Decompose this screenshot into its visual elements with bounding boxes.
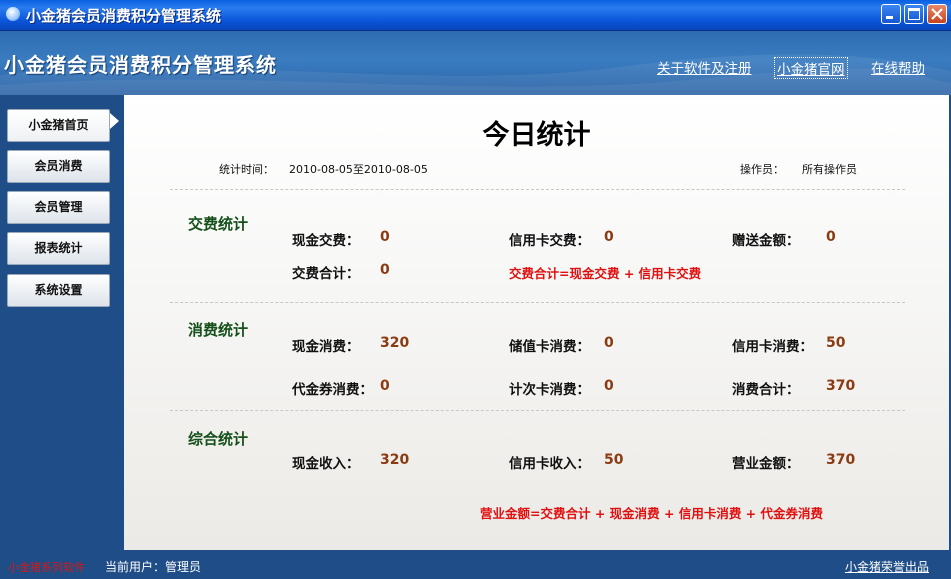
close-button[interactable]: [927, 4, 947, 24]
sidebar-item-member-manage[interactable]: 会员管理: [7, 191, 110, 224]
app-header: 小金猪会员消费积分管理系统 关于软件及注册 小金猪官网 在线帮助: [0, 31, 951, 95]
main-panel: 今日统计 统计时间： 2010-08-05至2010-08-05 操作员： 所有…: [124, 95, 949, 550]
summary-revenue-value: 370: [826, 452, 856, 468]
consume-stored-value: 0: [604, 335, 614, 351]
fee-cash-label: 现金交费：: [292, 233, 360, 249]
stat-time-value: 2010-08-05至2010-08-05: [289, 163, 428, 176]
minimize-button[interactable]: [881, 4, 901, 24]
fee-card-value: 0: [604, 229, 614, 245]
maximize-button[interactable]: [904, 4, 924, 24]
close-icon: [931, 8, 943, 20]
fee-total-value: 0: [380, 262, 390, 278]
operator-label: 操作员：: [740, 163, 784, 176]
status-current-user: 当前用户：管理员: [105, 560, 202, 574]
status-maker-link[interactable]: 小金猪荣誉出品: [845, 558, 929, 575]
sidebar-item-home[interactable]: 小金猪首页: [7, 109, 110, 142]
fee-gift-value: 0: [826, 229, 836, 245]
window-title: 小金猪会员消费积分管理系统: [26, 7, 222, 25]
section-title-consume: 消费统计: [188, 321, 249, 339]
fee-cash-value: 0: [380, 229, 390, 245]
consume-total-value: 370: [826, 378, 856, 394]
divider: [170, 302, 905, 303]
fee-gift-label: 赠送金额：: [732, 233, 800, 249]
consume-cash-value: 320: [380, 335, 410, 351]
consume-credit-value: 50: [826, 335, 846, 351]
consume-voucher-label: 代金券消费：: [292, 382, 373, 398]
about-link[interactable]: 关于软件及注册: [657, 57, 752, 77]
fee-formula: 交费合计=现金交费 + 信用卡交费: [509, 266, 702, 281]
app-name-heading: 小金猪会员消费积分管理系统: [4, 53, 277, 77]
official-website-link[interactable]: 小金猪官网: [774, 57, 848, 79]
stat-time-label: 统计时间：: [219, 163, 274, 176]
window-title-bar[interactable]: 小金猪会员消费积分管理系统: [0, 0, 951, 31]
consume-total-label: 消费合计：: [732, 382, 800, 398]
operator-value: 所有操作员: [802, 163, 857, 176]
app-icon: [6, 7, 20, 21]
summary-cash-label: 现金收入：: [292, 456, 360, 472]
sidebar-item-member-consume[interactable]: 会员消费: [7, 150, 110, 183]
consume-count-value: 0: [604, 378, 614, 394]
section-title-fee: 交费统计: [188, 215, 249, 233]
consume-stored-label: 储值卡消费：: [509, 339, 590, 355]
consume-voucher-value: 0: [380, 378, 390, 394]
consume-credit-label: 信用卡消费：: [732, 339, 813, 355]
summary-formula: 营业金额=交费合计 + 现金消费 + 信用卡消费 + 代金券消费: [480, 506, 824, 521]
consume-cash-label: 现金消费：: [292, 339, 360, 355]
summary-cash-value: 320: [380, 452, 410, 468]
section-title-summary: 综合统计: [188, 430, 249, 448]
summary-credit-label: 信用卡收入：: [509, 456, 590, 472]
fee-total-label: 交费合计：: [292, 266, 360, 282]
divider: [170, 410, 905, 411]
page-title: 今日统计: [482, 120, 591, 151]
status-brand: 小金猪系列软件: [8, 561, 85, 574]
sidebar-item-settings[interactable]: 系统设置: [7, 274, 110, 307]
sidebar-item-reports[interactable]: 报表统计: [7, 232, 110, 265]
summary-credit-value: 50: [604, 452, 624, 468]
active-item-pointer-icon: [110, 113, 119, 129]
divider: [170, 189, 905, 190]
status-bar: 小金猪系列软件 当前用户：管理员 小金猪荣誉出品: [0, 550, 951, 579]
online-help-link[interactable]: 在线帮助: [871, 57, 925, 77]
summary-revenue-label: 营业金额：: [732, 456, 800, 472]
consume-count-label: 计次卡消费：: [509, 382, 590, 398]
fee-card-label: 信用卡交费：: [509, 233, 590, 249]
